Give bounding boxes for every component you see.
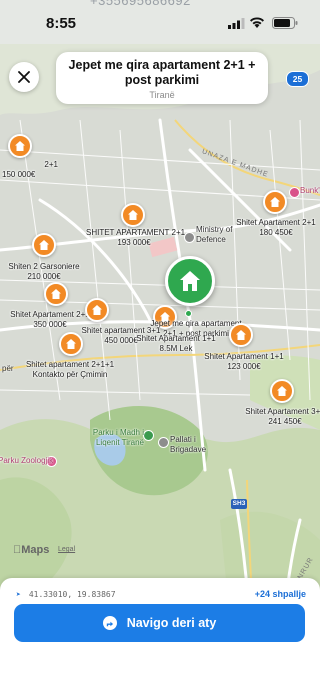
ministry-icon[interactable] — [184, 232, 195, 243]
road-shield-sh3: SH3 — [231, 499, 247, 509]
poi-bunk[interactable]: Bunk' — [300, 186, 320, 196]
listing-label: Shitet Apartament 2+1 180 450€ — [236, 218, 316, 237]
road-fragment-per: për — [2, 364, 14, 373]
poi-park[interactable]: Parku i Madh i Liqenit Tiranë — [90, 428, 144, 448]
poi-palace[interactable]: Pallati i Brigadave — [170, 435, 216, 455]
listing-pin[interactable] — [229, 323, 253, 347]
listing-pin[interactable] — [263, 190, 287, 214]
listing-label: 2+1 150 000€ — [2, 160, 58, 179]
listing-pin[interactable] — [270, 379, 294, 403]
scrolled-phone-number: +355695686692 — [90, 0, 191, 8]
listing-pin[interactable] — [32, 233, 56, 257]
cellular-signal-icon — [228, 18, 245, 29]
listing-city: Tiranë — [149, 90, 175, 100]
house-icon — [180, 271, 200, 291]
status-time: 8:55 — [46, 15, 77, 32]
close-button[interactable] — [9, 62, 39, 92]
house-icon — [270, 197, 280, 207]
selected-location-dot — [185, 310, 192, 317]
route-badge: 25 — [286, 71, 309, 87]
selected-listing-pin[interactable] — [165, 256, 215, 306]
listing-pin[interactable] — [44, 282, 68, 306]
poi-zoo[interactable]: Parku Zoologjik — [0, 456, 53, 466]
navigate-button[interactable]: Navigo deri aty — [14, 604, 305, 642]
house-icon — [39, 240, 49, 250]
listing-label: Shiten 2 Garsoniere 210 000€ — [8, 262, 80, 281]
listing-label: Shitet Apartament 1+1 8.5M Lek — [136, 334, 216, 353]
listing-label: Shitet Apartament 3+1 241 450€ — [245, 407, 320, 426]
listing-title: Jepet me qira apartament 2+1 + post park… — [68, 58, 256, 87]
palace-icon[interactable] — [158, 437, 169, 448]
wifi-icon — [250, 17, 264, 28]
house-icon — [92, 305, 102, 315]
listing-pin[interactable] — [8, 134, 32, 158]
house-icon — [236, 330, 246, 340]
house-icon — [51, 289, 61, 299]
bunk-icon[interactable] — [289, 187, 300, 198]
listing-pin[interactable] — [121, 203, 145, 227]
status-bar: +355695686692 8:55 — [0, 0, 320, 44]
location-arrow-icon: ➤ — [16, 590, 21, 599]
legal-link[interactable]: Legal — [58, 546, 75, 553]
coordinates: ➤ 41.33010, 19.83867 — [16, 590, 116, 599]
park-icon[interactable] — [143, 430, 154, 441]
directions-icon — [102, 616, 117, 630]
house-icon — [128, 210, 138, 220]
listing-label: Shitet Apartament 1+1 123 000€ — [204, 352, 284, 371]
more-listings-link[interactable]: +24 shpallje — [255, 589, 306, 599]
bottom-panel: ➤ 41.33010, 19.83867 +24 shpallje Navigo … — [0, 578, 320, 696]
maps-logo: Maps — [13, 544, 49, 556]
apple-icon:  — [13, 544, 21, 556]
house-icon — [15, 141, 25, 151]
house-icon — [66, 339, 76, 349]
navigate-label: Navigo deri aty — [126, 616, 217, 630]
house-icon — [277, 386, 287, 396]
battery-icon — [272, 17, 298, 29]
close-icon — [18, 71, 30, 83]
listing-pin[interactable] — [85, 298, 109, 322]
listing-label: Shitet apartament 2+1+1 Kontakto për Çmim… — [25, 360, 115, 379]
listing-pin[interactable] — [59, 332, 83, 356]
listing-label: SHITET APARTAMENT 2+1 193 000€ — [86, 228, 186, 247]
listing-title-card: Jepet me qira apartament 2+1 + post park… — [56, 52, 268, 104]
